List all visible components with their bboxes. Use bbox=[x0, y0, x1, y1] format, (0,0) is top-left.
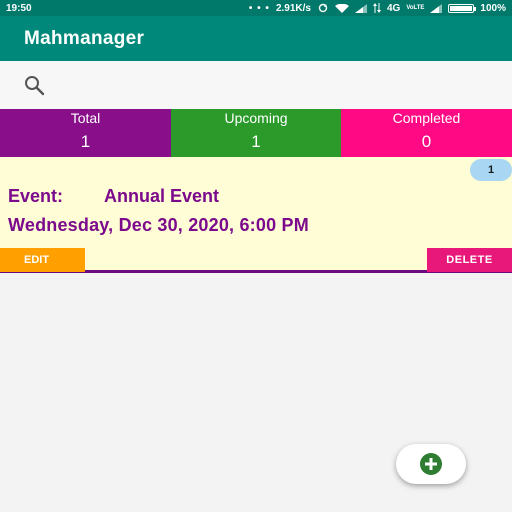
edit-button[interactable]: EDIT bbox=[0, 248, 85, 272]
add-event-button[interactable] bbox=[396, 444, 466, 484]
sync-icon bbox=[318, 3, 328, 13]
event-datetime: Wednesday, Dec 30, 2020, 6:00 PM bbox=[8, 215, 309, 235]
stat-upcoming[interactable]: Upcoming 1 bbox=[171, 109, 341, 157]
stat-total-value: 1 bbox=[80, 132, 91, 151]
event-name: Annual Event bbox=[104, 186, 220, 206]
signal-icon bbox=[354, 3, 367, 13]
stat-total[interactable]: Total 1 bbox=[0, 109, 171, 157]
add-circle-icon bbox=[420, 453, 442, 475]
search-icon[interactable] bbox=[22, 73, 46, 97]
wifi-icon bbox=[334, 3, 349, 13]
app-title: Mahmanager bbox=[24, 27, 145, 49]
data-arrows-icon bbox=[372, 3, 381, 13]
search-bar[interactable] bbox=[0, 61, 512, 109]
stat-total-label: Total bbox=[70, 110, 101, 126]
event-card[interactable]: 1 Event: Annual Event Wednesday, Dec 30, … bbox=[0, 157, 512, 273]
network-type: 4G bbox=[386, 2, 401, 14]
delete-button[interactable]: DELETE bbox=[427, 248, 512, 272]
status-time: 19:50 bbox=[6, 2, 32, 14]
app-bar: Mahmanager bbox=[0, 16, 512, 61]
event-count-badge: 1 bbox=[470, 159, 512, 181]
battery-icon bbox=[448, 3, 477, 13]
event-label: Event: bbox=[8, 186, 64, 206]
stat-completed-label: Completed bbox=[392, 110, 461, 126]
network-speed: 2.91K/s bbox=[275, 2, 311, 14]
stat-completed[interactable]: Completed 0 bbox=[341, 109, 512, 157]
battery-percent: 100% bbox=[480, 2, 506, 14]
status-icons: • • • 2.91K/s 4G VoLTE 100% bbox=[249, 3, 506, 14]
battery-level bbox=[450, 5, 473, 11]
notification-dots: • • • bbox=[248, 2, 270, 14]
event-title-line: Event: Annual Event bbox=[8, 186, 219, 207]
stat-upcoming-label: Upcoming bbox=[224, 110, 288, 126]
stat-completed-value: 0 bbox=[421, 132, 432, 151]
signal-icon-2 bbox=[430, 3, 443, 13]
stats-row: Total 1 Upcoming 1 Completed 0 bbox=[0, 109, 512, 157]
volte-label: VoLTE bbox=[406, 5, 425, 11]
stat-upcoming-value: 1 bbox=[251, 132, 261, 151]
status-bar: 19:50 • • • 2.91K/s 4G VoLTE 100% bbox=[0, 0, 512, 16]
search-input[interactable] bbox=[56, 77, 496, 93]
